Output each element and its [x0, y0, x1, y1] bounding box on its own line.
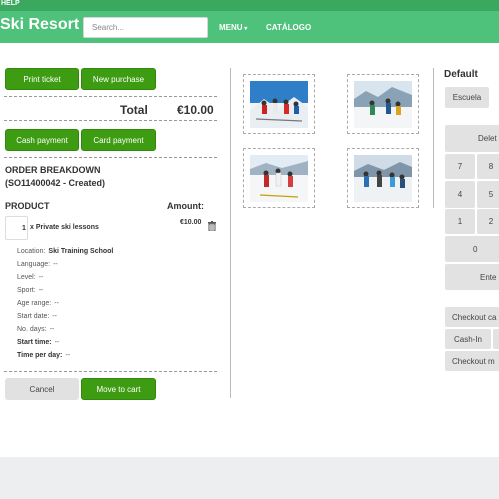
detail-label: Location: — [17, 248, 46, 255]
total-label: Total — [120, 103, 148, 117]
amount-header: Amount: — [167, 201, 204, 211]
key-4[interactable]: 4 — [445, 181, 475, 208]
help-bar: HELP — [0, 0, 499, 11]
product-photo-1[interactable] — [243, 74, 315, 134]
detail-row: Time per day: -- — [17, 352, 70, 359]
skiers-photo — [354, 155, 412, 202]
delete-key[interactable]: Delet — [445, 125, 499, 152]
detail-label: Sport: — [17, 287, 36, 294]
help-link[interactable]: HELP — [1, 0, 20, 7]
new-purchase-button[interactable]: New purchase — [81, 68, 156, 90]
product-name: x Private ski lessons — [30, 224, 99, 231]
detail-row: Language: -- — [17, 261, 58, 268]
detail-label: Start time: — [17, 339, 52, 346]
detail-row: Sport: -- — [17, 287, 43, 294]
product-photo-2[interactable] — [347, 74, 419, 134]
divider — [4, 157, 217, 158]
detail-value: Ski Training School — [48, 248, 114, 255]
catalog-link[interactable]: CATÁLOGO — [266, 23, 311, 32]
product-photo-3[interactable] — [243, 148, 315, 208]
detail-value: -- — [53, 261, 58, 268]
detail-label: No. days: — [17, 326, 47, 333]
key-0[interactable]: 0 — [445, 236, 499, 262]
navbar: Ski Resort MENU ▾ CATÁLOGO — [0, 11, 499, 43]
cancel-button[interactable]: Cancel — [5, 378, 79, 400]
cash-in-button[interactable]: Cash-In — [445, 329, 491, 349]
column-divider — [433, 68, 434, 208]
checkout-m-button[interactable]: Checkout m — [445, 351, 499, 371]
divider — [4, 96, 217, 97]
order-title: ORDER BREAKDOWN — [5, 165, 101, 175]
detail-row: Start time: -- — [17, 339, 59, 346]
key-7[interactable]: 7 — [445, 154, 475, 179]
detail-value: -- — [38, 274, 44, 281]
product-photo-4[interactable] — [347, 148, 419, 208]
skiers-photo — [354, 81, 412, 128]
detail-value: -- — [49, 326, 55, 333]
brand-title[interactable]: Ski Resort — [0, 16, 79, 34]
category-title: Default — [444, 69, 478, 80]
detail-row: Level: -- — [17, 274, 43, 281]
key-5[interactable]: 5 — [477, 181, 499, 208]
column-divider — [230, 68, 231, 398]
detail-value: -- — [52, 313, 57, 320]
menu-label: MENU — [219, 23, 243, 32]
detail-row: No. days: -- — [17, 326, 54, 333]
divider — [4, 120, 217, 121]
search-input[interactable] — [83, 17, 208, 38]
detail-value: -- — [65, 352, 71, 359]
side-button[interactable] — [493, 329, 499, 349]
detail-row: Age range: -- — [17, 300, 59, 307]
print-ticket-button[interactable]: Print ticket — [5, 68, 79, 90]
detail-value: -- — [38, 287, 44, 294]
detail-value: -- — [54, 300, 59, 307]
detail-row: Start date: -- — [17, 313, 57, 320]
detail-row: Location: Ski Training School — [17, 248, 113, 255]
divider — [4, 371, 217, 372]
quantity-value: 1 — [22, 225, 26, 232]
skiers-photo — [250, 81, 308, 128]
move-to-cart-button[interactable]: Move to cart — [81, 378, 156, 400]
trash-icon[interactable] — [208, 218, 216, 232]
cash-payment-button[interactable]: Cash payment — [5, 129, 79, 151]
detail-label: Language: — [17, 261, 51, 268]
menu-dropdown[interactable]: MENU ▾ — [219, 23, 247, 32]
detail-label: Age range: — [17, 300, 52, 307]
card-payment-button[interactable]: Card payment — [81, 129, 156, 151]
escuela-category-button[interactable]: Escuela — [445, 87, 489, 108]
skiers-photo — [250, 155, 308, 202]
order-id: (SO11400042 - Created) — [5, 178, 106, 188]
enter-key[interactable]: Ente — [445, 264, 499, 290]
key-1[interactable]: 1 — [445, 209, 475, 234]
detail-label: Level: — [17, 274, 36, 281]
quantity-box[interactable]: 1 — [5, 216, 28, 240]
total-value: €10.00 — [177, 103, 214, 117]
product-amount: €10.00 — [180, 219, 202, 226]
detail-label: Start date: — [17, 313, 50, 320]
footer — [0, 457, 499, 499]
key-8[interactable]: 8 — [477, 154, 499, 179]
product-header: PRODUCT — [5, 201, 50, 211]
key-2[interactable]: 2 — [477, 209, 499, 234]
detail-label: Time per day: — [17, 352, 63, 359]
checkout-card-button[interactable]: Checkout ca — [445, 307, 499, 327]
chevron-down-icon: ▾ — [242, 26, 248, 32]
detail-value: -- — [54, 339, 60, 346]
